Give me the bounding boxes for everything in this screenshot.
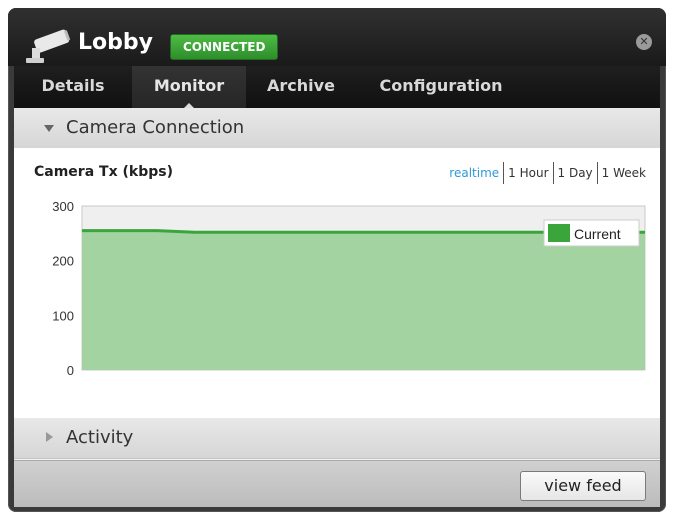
tab-monitor[interactable]: Monitor xyxy=(132,66,246,108)
camera-connection-header[interactable]: Camera Connection xyxy=(14,108,660,149)
y-tick-label: 200 xyxy=(52,254,74,269)
series-area xyxy=(82,230,645,370)
title-bar: Lobby CONNECTED ✕ xyxy=(8,8,666,66)
tx-chart: 0 100 200 300 Current xyxy=(52,199,646,378)
camera-connection-title: Camera Connection xyxy=(66,117,245,138)
monitor-panel: Camera Connection Camera Tx (kbps) realt… xyxy=(14,108,660,507)
y-tick-label: 100 xyxy=(52,308,74,323)
expand-triangle-icon xyxy=(46,432,53,442)
camera-name: Lobby xyxy=(78,30,153,55)
y-tick-label: 300 xyxy=(52,199,74,214)
tab-configuration[interactable]: Configuration xyxy=(356,66,526,108)
tab-bar: Details Monitor Archive Configuration xyxy=(14,66,660,108)
activity-header[interactable]: Activity xyxy=(14,418,660,459)
camera-icon xyxy=(26,29,71,63)
camera-window: Lobby CONNECTED ✕ Details Monitor Archiv… xyxy=(8,8,666,512)
y-tick-label: 0 xyxy=(67,363,74,378)
tab-details[interactable]: Details xyxy=(14,66,132,108)
collapse-triangle-icon xyxy=(44,125,54,132)
close-icon[interactable]: ✕ xyxy=(636,34,652,50)
legend-label: Current xyxy=(574,226,621,242)
chart-panel: Camera Tx (kbps) realtime 1 Hour 1 Day 1… xyxy=(14,148,660,418)
tab-archive[interactable]: Archive xyxy=(246,66,356,108)
activity-title: Activity xyxy=(66,427,134,448)
connection-status-badge: CONNECTED xyxy=(170,34,279,60)
footer-bar: view feed xyxy=(14,460,660,507)
legend-swatch xyxy=(548,224,570,242)
view-feed-button[interactable]: view feed xyxy=(520,471,646,501)
